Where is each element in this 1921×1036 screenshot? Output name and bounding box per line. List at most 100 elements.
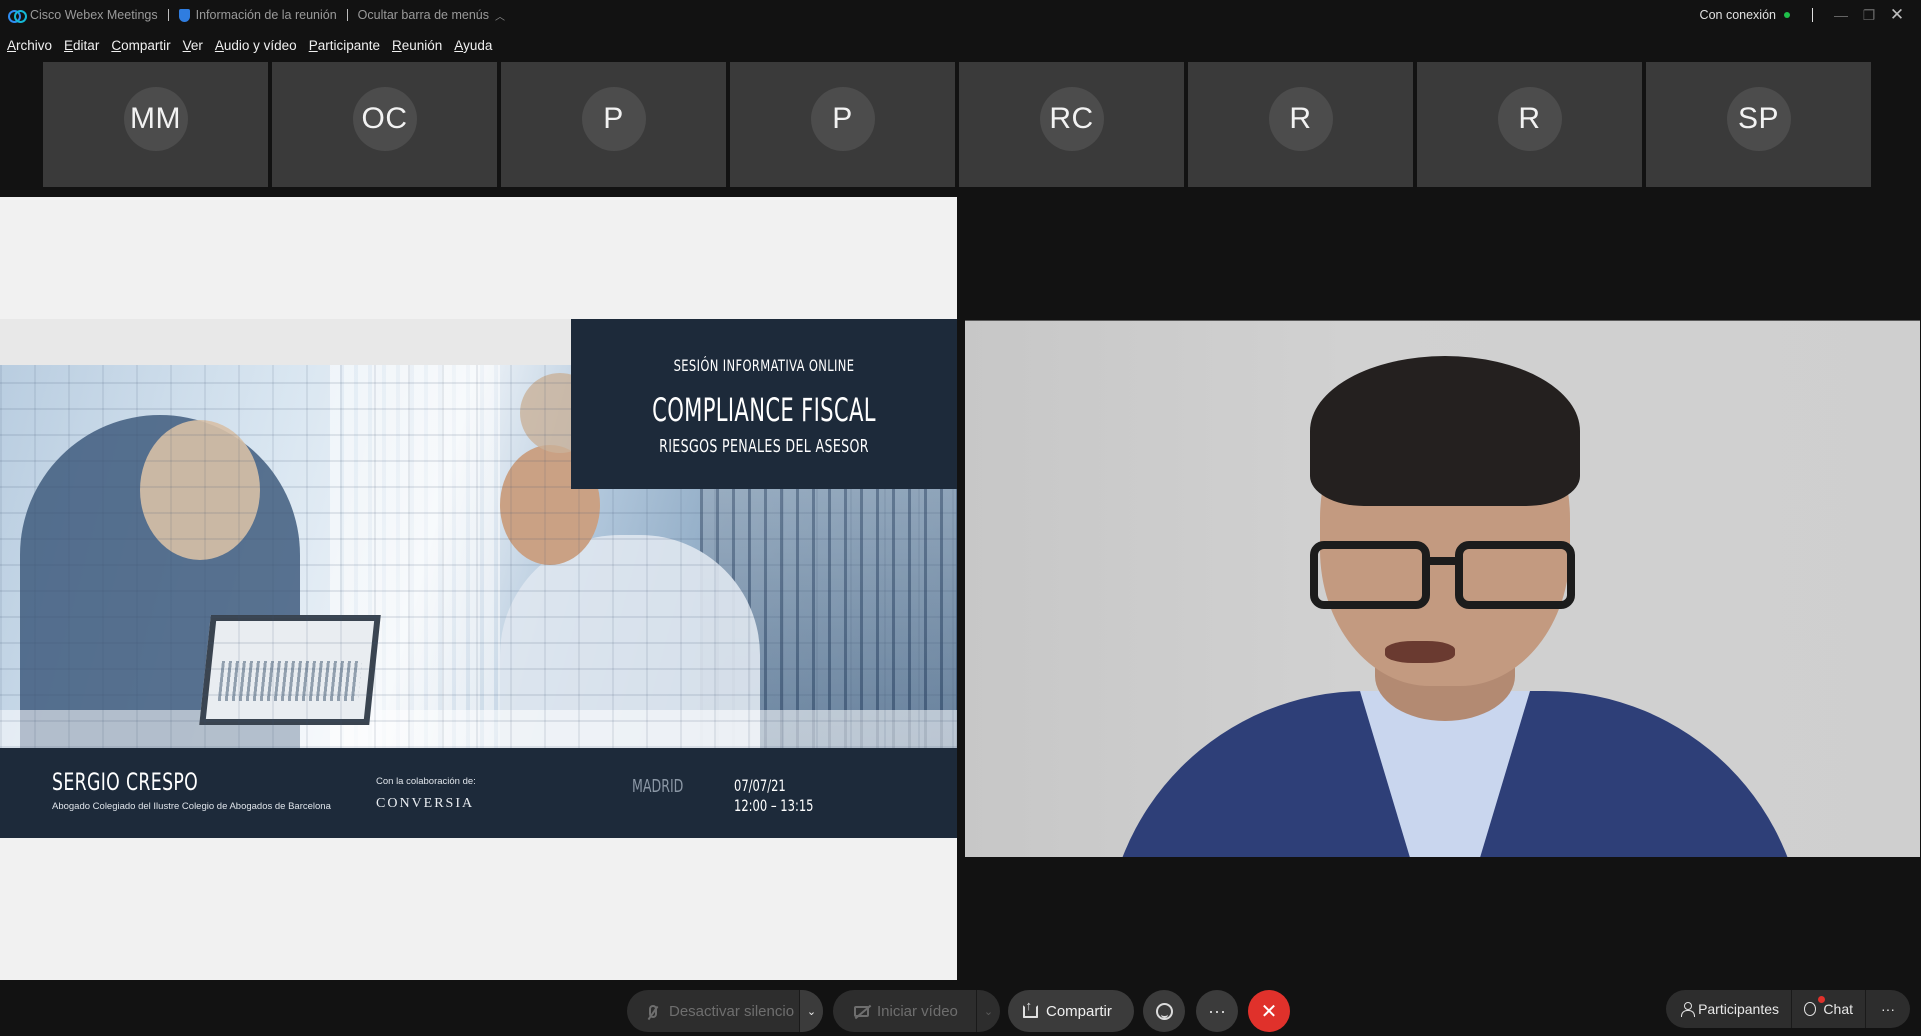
- hide-menu-button[interactable]: Ocultar barra de menús ︿: [358, 8, 505, 23]
- avatar: OC: [352, 87, 417, 151]
- connection-status: Con conexión: [1699, 8, 1776, 22]
- webex-logo-icon: [8, 9, 27, 23]
- menu-reunion[interactable]: Reunión: [386, 38, 448, 53]
- active-speaker-video[interactable]: [965, 320, 1920, 857]
- slide-footer: SERGIO CRESPO Abogado Colegiado del Ilus…: [0, 748, 957, 838]
- chat-button[interactable]: Chat: [1792, 990, 1866, 1028]
- participant-tile[interactable]: R: [1417, 62, 1642, 187]
- participant-tile[interactable]: MM: [43, 62, 268, 187]
- menu-mnemonic: A: [214, 37, 224, 53]
- more-options-button[interactable]: ···: [1196, 990, 1238, 1032]
- video-options-dropdown[interactable]: ⌄: [976, 990, 1000, 1032]
- participant-tile[interactable]: P: [730, 62, 955, 187]
- menu-label: udio y vídeo: [223, 37, 297, 53]
- menu-ver[interactable]: Ver: [177, 38, 209, 53]
- slide-speaker-title: Abogado Colegiado del Ilustre Colegio de…: [52, 801, 331, 812]
- app-title: Cisco Webex Meetings: [8, 8, 158, 23]
- menu-compartir[interactable]: Compartir: [105, 38, 176, 53]
- chevron-down-icon: ⌄: [983, 1005, 994, 1018]
- divider: [346, 9, 348, 21]
- menu-mnemonic: E: [64, 37, 74, 53]
- start-video-button[interactable]: Iniciar vídeo ⌄: [833, 990, 1000, 1032]
- menu-label: ditar: [73, 37, 100, 53]
- participants-button[interactable]: Participantes: [1666, 990, 1792, 1028]
- participant-tile[interactable]: P: [501, 62, 726, 187]
- hide-menu-label: Ocultar barra de menús: [357, 8, 489, 22]
- audio-options-dropdown[interactable]: ⌄: [799, 990, 823, 1032]
- meeting-info-button[interactable]: Información de la reunión: [178, 8, 337, 22]
- unmute-label: Desactivar silencio: [669, 1002, 795, 1020]
- participant-tile[interactable]: SP: [1646, 62, 1871, 187]
- more-icon: ···: [1208, 1000, 1226, 1021]
- shared-content: SESIÓN INFORMATIVA ONLINE COMPLIANCE FIS…: [0, 197, 957, 980]
- menu-mnemonic: R: [392, 37, 402, 53]
- share-label: Compartir: [1046, 1002, 1112, 1020]
- menu-participante[interactable]: Participante: [303, 38, 386, 53]
- avatar: RC: [1039, 87, 1104, 151]
- reactions-button[interactable]: [1143, 990, 1185, 1032]
- participant-tile[interactable]: R: [1188, 62, 1413, 187]
- slide-time: 12:00 – 13:15: [734, 796, 814, 815]
- menu-mnemonic: A: [7, 37, 17, 53]
- participant-strip: MM OC P P RC R R SP: [43, 62, 1871, 187]
- menu-label: ompartir: [121, 37, 171, 53]
- avatar: R: [1497, 87, 1562, 151]
- share-icon: [1022, 998, 1038, 1019]
- smile-icon: [1155, 1002, 1173, 1020]
- meeting-info-label: Información de la reunión: [195, 8, 337, 22]
- share-button[interactable]: Compartir: [1008, 990, 1134, 1032]
- menu-mnemonic: P: [308, 37, 318, 53]
- close-window-button[interactable]: ✕: [1883, 0, 1911, 30]
- divider: [1812, 8, 1813, 22]
- panel-more-button[interactable]: ···: [1866, 990, 1910, 1028]
- participants-label: Participantes: [1698, 1001, 1779, 1017]
- menu-bar: Archivo Editar Compartir Ver Audio y víd…: [0, 33, 498, 57]
- participant-tile[interactable]: RC: [959, 62, 1184, 187]
- shield-icon: [178, 8, 190, 22]
- slide-title: COMPLIANCE FISCAL: [652, 391, 876, 429]
- camera-off-icon: [853, 1003, 869, 1019]
- avatar: MM: [123, 87, 188, 151]
- slide-city: MADRID: [632, 776, 684, 797]
- conversia-logo: CONVERSIA: [376, 796, 475, 811]
- person-icon: [1680, 1002, 1696, 1017]
- slide-speaker-name: SERGIO CRESPO: [52, 768, 199, 796]
- video-person: [1427, 557, 1459, 565]
- menu-label: yuda: [463, 37, 493, 53]
- slide-title-box: SESIÓN INFORMATIVA ONLINE COMPLIANCE FIS…: [571, 319, 957, 489]
- video-person: [1385, 641, 1455, 663]
- start-video-label: Iniciar vídeo: [877, 1002, 958, 1020]
- video-person: [1310, 356, 1580, 506]
- app-name: Cisco Webex Meetings: [30, 8, 158, 22]
- avatar: SP: [1726, 87, 1791, 151]
- video-person: [1455, 541, 1575, 609]
- divider: [167, 9, 169, 21]
- slide-subtitle: RIESGOS PENALES DEL ASESOR: [659, 436, 869, 457]
- avatar: R: [1268, 87, 1333, 151]
- menu-mnemonic: A: [454, 37, 464, 53]
- status-dot-icon: [1784, 12, 1790, 18]
- title-bar: Cisco Webex Meetings Información de la r…: [0, 0, 1921, 30]
- chevron-down-icon: ⌄: [806, 1005, 817, 1018]
- restore-button[interactable]: ❐: [1855, 0, 1883, 30]
- more-icon: ···: [1881, 1001, 1895, 1017]
- title-bar-right: Con conexión — ❐ ✕: [1700, 0, 1921, 30]
- slide-date: 07/07/21: [734, 776, 786, 795]
- menu-audio-video[interactable]: Audio y vídeo: [209, 38, 303, 53]
- chat-icon: [1804, 1002, 1817, 1016]
- unmute-button[interactable]: Desactivar silencio ⌄: [627, 990, 823, 1032]
- participant-tile[interactable]: OC: [272, 62, 497, 187]
- menu-archivo[interactable]: Archivo: [0, 38, 58, 53]
- slide-session-type: SESIÓN INFORMATIVA ONLINE: [673, 356, 855, 375]
- video-person: [1310, 541, 1430, 609]
- chat-label: Chat: [1823, 1001, 1853, 1017]
- avatar: P: [810, 87, 875, 151]
- minimize-button[interactable]: —: [1827, 0, 1855, 30]
- close-icon: ✕: [1260, 1000, 1278, 1023]
- leave-meeting-button[interactable]: ✕: [1248, 990, 1290, 1032]
- menu-editar[interactable]: Editar: [58, 38, 105, 53]
- menu-ayuda[interactable]: Ayuda: [448, 38, 498, 53]
- menu-label: articipante: [317, 37, 380, 53]
- menu-label: rchivo: [16, 37, 53, 53]
- panel-buttons: Participantes Chat ···: [1666, 990, 1910, 1028]
